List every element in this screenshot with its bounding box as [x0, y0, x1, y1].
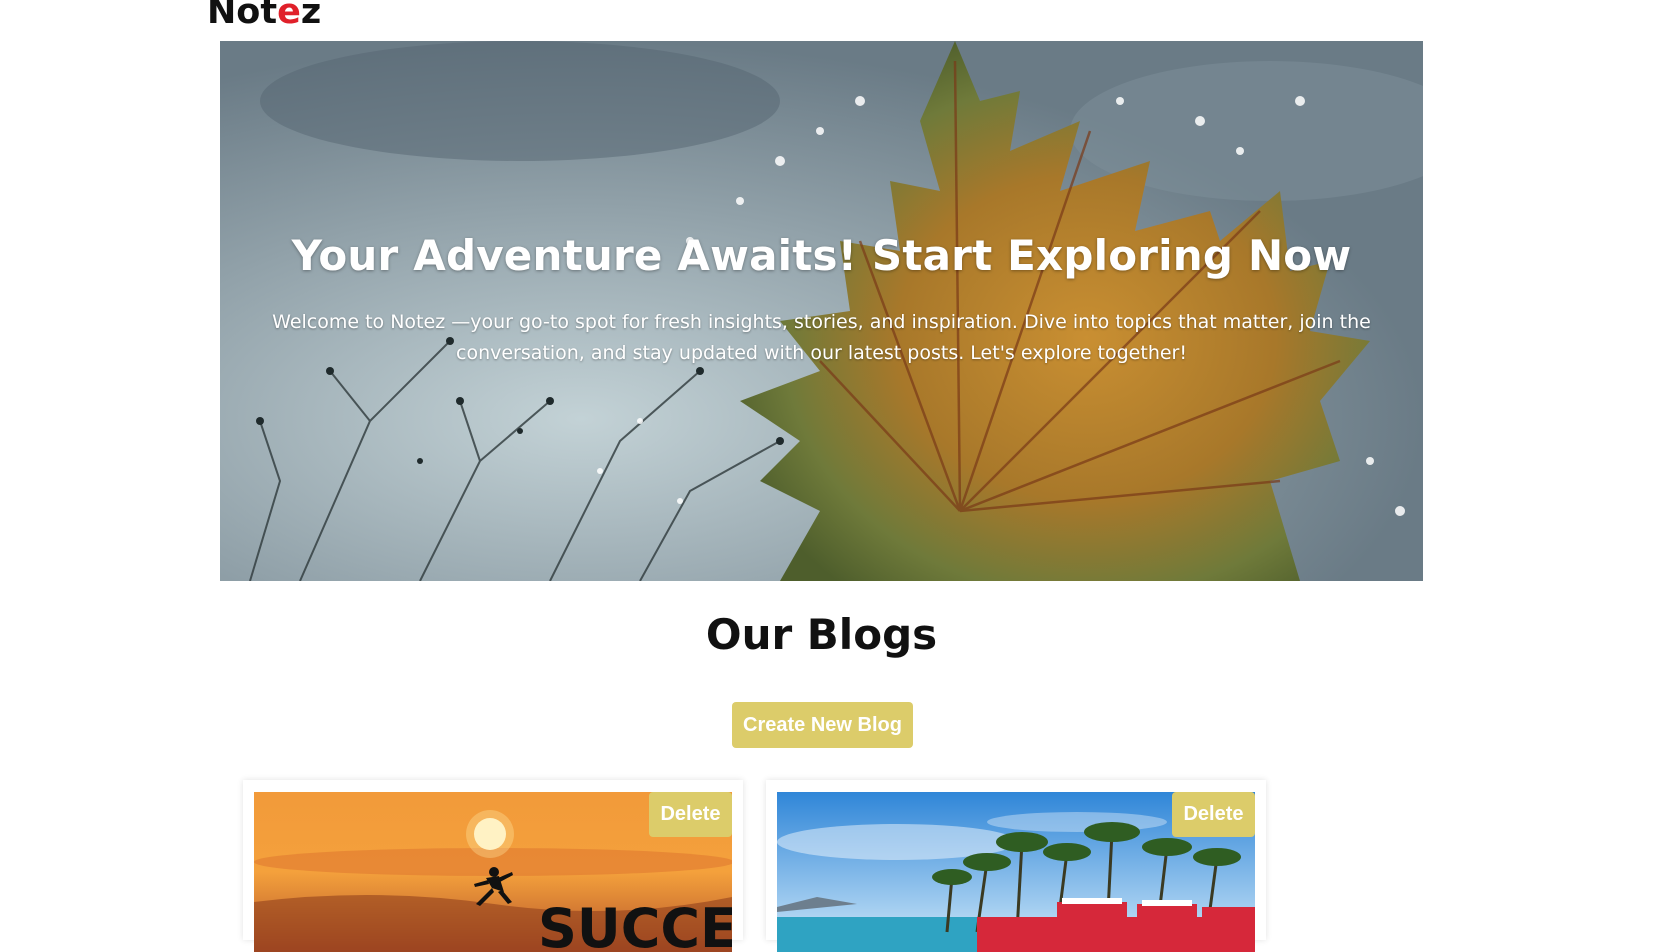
blog-card[interactable]: SUCCESS Delete: [243, 780, 743, 952]
blog-card[interactable]: Delete: [766, 780, 1266, 952]
hero-subtitle: Welcome to Notez —your go-to spot for fr…: [272, 311, 1371, 364]
logo-text-accent: e: [277, 0, 301, 32]
success-image-text: SUCCESS: [538, 897, 732, 952]
hero-title: Your Adventure Awaits! Start Exploring N…: [291, 231, 1352, 280]
logo-text-prefix: Not: [207, 0, 278, 32]
delete-blog-button[interactable]: Delete: [649, 792, 732, 837]
site-logo[interactable]: Notez: [207, 0, 321, 36]
create-new-blog-button[interactable]: Create New Blog: [732, 702, 913, 748]
hero-banner: Your Adventure Awaits! Start Exploring N…: [220, 41, 1423, 581]
blogs-heading: Our Blogs: [705, 610, 938, 659]
delete-blog-button[interactable]: Delete: [1172, 792, 1255, 837]
logo-text-suffix: z: [300, 0, 322, 32]
